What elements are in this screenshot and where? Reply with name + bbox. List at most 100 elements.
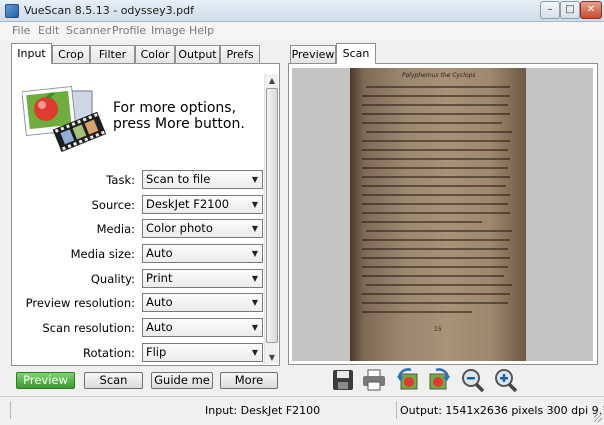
- rotation-value: Flip: [146, 345, 167, 359]
- scroll-down-icon[interactable]: ▼: [265, 351, 279, 364]
- more-button[interactable]: More: [220, 372, 278, 389]
- status-output: Output: 1541x2636 pixels 300 dpi 9.14: [400, 404, 604, 417]
- tab-color[interactable]: Color: [135, 45, 175, 64]
- page-text-line: [362, 311, 472, 313]
- media-size-label: Media size:: [70, 247, 135, 261]
- media-value: Color photo: [146, 221, 213, 235]
- preview-resolution-select[interactable]: Auto ▼: [142, 293, 263, 312]
- more-options-hint: For more options, press More button.: [113, 100, 245, 132]
- tab-input[interactable]: Input: [11, 43, 52, 64]
- page-text-line: [362, 158, 510, 160]
- rotate-left-icon[interactable]: [395, 368, 421, 392]
- options-scrollbar[interactable]: ▲ ▼: [264, 74, 278, 364]
- page-text-line: [362, 167, 508, 169]
- page-text-line: [362, 176, 510, 178]
- source-label: Source:: [91, 198, 135, 212]
- scroll-up-icon[interactable]: ▲: [265, 74, 279, 87]
- preview-button[interactable]: Preview: [16, 372, 75, 389]
- print-icon[interactable]: [361, 368, 387, 392]
- status-separator: [396, 401, 397, 419]
- page-text-line: [362, 113, 510, 115]
- dropdown-arrow-icon: ▼: [251, 175, 258, 184]
- photo-film-icon: [22, 85, 106, 153]
- media-select[interactable]: Color photo ▼: [142, 219, 263, 238]
- page-text-line: [362, 95, 510, 97]
- scroll-thumb[interactable]: [266, 88, 278, 343]
- tab-preview[interactable]: Preview: [290, 45, 336, 64]
- quality-select[interactable]: Print ▼: [142, 269, 263, 288]
- zoom-in-icon[interactable]: [493, 368, 519, 392]
- page-text-line: [362, 104, 508, 106]
- title-bar: VueScan 8.5.13 - odyssey3.pdf – □ ✕: [0, 0, 604, 22]
- task-label: Task:: [106, 173, 135, 187]
- menu-scanner[interactable]: Scanner: [66, 24, 111, 37]
- dropdown-arrow-icon: ▼: [251, 298, 258, 307]
- menu-help[interactable]: Help: [189, 24, 214, 37]
- menu-bar: File Edit Scanner Profile Image Help: [0, 22, 604, 40]
- preview-resolution-value: Auto: [146, 295, 173, 309]
- page-text-line: [362, 185, 506, 187]
- page-text-line: [362, 203, 508, 205]
- scan-button[interactable]: Scan: [84, 372, 143, 389]
- dropdown-arrow-icon: ▼: [251, 348, 258, 357]
- zoom-out-icon[interactable]: [460, 368, 486, 392]
- quality-label: Quality:: [90, 272, 135, 286]
- scanned-page-image: [350, 68, 526, 361]
- page-text-line: [362, 122, 502, 124]
- scan-resolution-value: Auto: [146, 320, 173, 334]
- page-text-line: [362, 221, 482, 223]
- minimize-button[interactable]: –: [540, 1, 560, 19]
- scan-resolution-select[interactable]: Auto ▼: [142, 318, 263, 337]
- media-label: Media:: [96, 222, 135, 236]
- menu-edit[interactable]: Edit: [38, 24, 59, 37]
- dropdown-arrow-icon: ▼: [251, 274, 258, 283]
- close-button[interactable]: ✕: [580, 1, 602, 19]
- menu-profile[interactable]: Profile: [112, 24, 146, 37]
- dropdown-arrow-icon: ▼: [251, 224, 258, 233]
- page-text-line: [362, 140, 510, 142]
- rotation-select[interactable]: Flip ▼: [142, 343, 263, 362]
- dropdown-arrow-icon: ▼: [251, 323, 258, 332]
- maximize-button[interactable]: □: [560, 1, 580, 19]
- page-text-line: [362, 212, 510, 214]
- page-text-line: [366, 86, 510, 88]
- hint-line-1: For more options,: [113, 100, 237, 116]
- media-size-select[interactable]: Auto ▼: [142, 244, 263, 263]
- menu-file[interactable]: File: [12, 24, 30, 37]
- status-separator: [10, 401, 11, 419]
- page-number: 15: [434, 326, 442, 333]
- rotation-label: Rotation:: [83, 346, 135, 360]
- source-select[interactable]: DeskJet F2100 ▼: [142, 195, 263, 214]
- hint-line-2: press More button.: [113, 116, 245, 132]
- page-text-line: [362, 194, 510, 196]
- tab-output[interactable]: Output: [175, 45, 220, 64]
- page-text-line: [362, 257, 510, 259]
- status-bar: Input: DeskJet F2100 Output: 1541x2636 p…: [0, 396, 604, 425]
- guide-me-button[interactable]: Guide me: [151, 372, 213, 389]
- window-title: VueScan 8.5.13 - odyssey3.pdf: [24, 4, 195, 17]
- quality-value: Print: [146, 271, 173, 285]
- tab-scan[interactable]: Scan: [336, 43, 376, 64]
- vuescan-app-icon: [5, 4, 19, 18]
- tab-crop[interactable]: Crop: [52, 45, 90, 64]
- preview-resolution-label: Preview resolution:: [25, 296, 135, 310]
- page-text-line: [362, 149, 508, 151]
- dropdown-arrow-icon: ▼: [251, 249, 258, 258]
- page-text-line: [366, 284, 512, 286]
- task-select[interactable]: Scan to file ▼: [142, 170, 263, 189]
- status-input: Input: DeskJet F2100: [205, 404, 321, 417]
- tab-filter[interactable]: Filter: [90, 45, 135, 64]
- dropdown-arrow-icon: ▼: [251, 200, 258, 209]
- rotate-right-icon[interactable]: [426, 368, 452, 392]
- resize-grip-icon[interactable]: [594, 414, 602, 422]
- page-text-line: [362, 275, 504, 277]
- page-text-line: [362, 239, 510, 241]
- menu-image[interactable]: Image: [151, 24, 185, 37]
- task-value: Scan to file: [146, 172, 211, 186]
- page-text-line: [366, 230, 512, 232]
- page-text-line: [362, 248, 508, 250]
- save-icon[interactable]: [330, 368, 356, 392]
- media-size-value: Auto: [146, 246, 173, 260]
- tab-prefs[interactable]: Prefs: [220, 45, 260, 64]
- scan-resolution-label: Scan resolution:: [42, 321, 135, 335]
